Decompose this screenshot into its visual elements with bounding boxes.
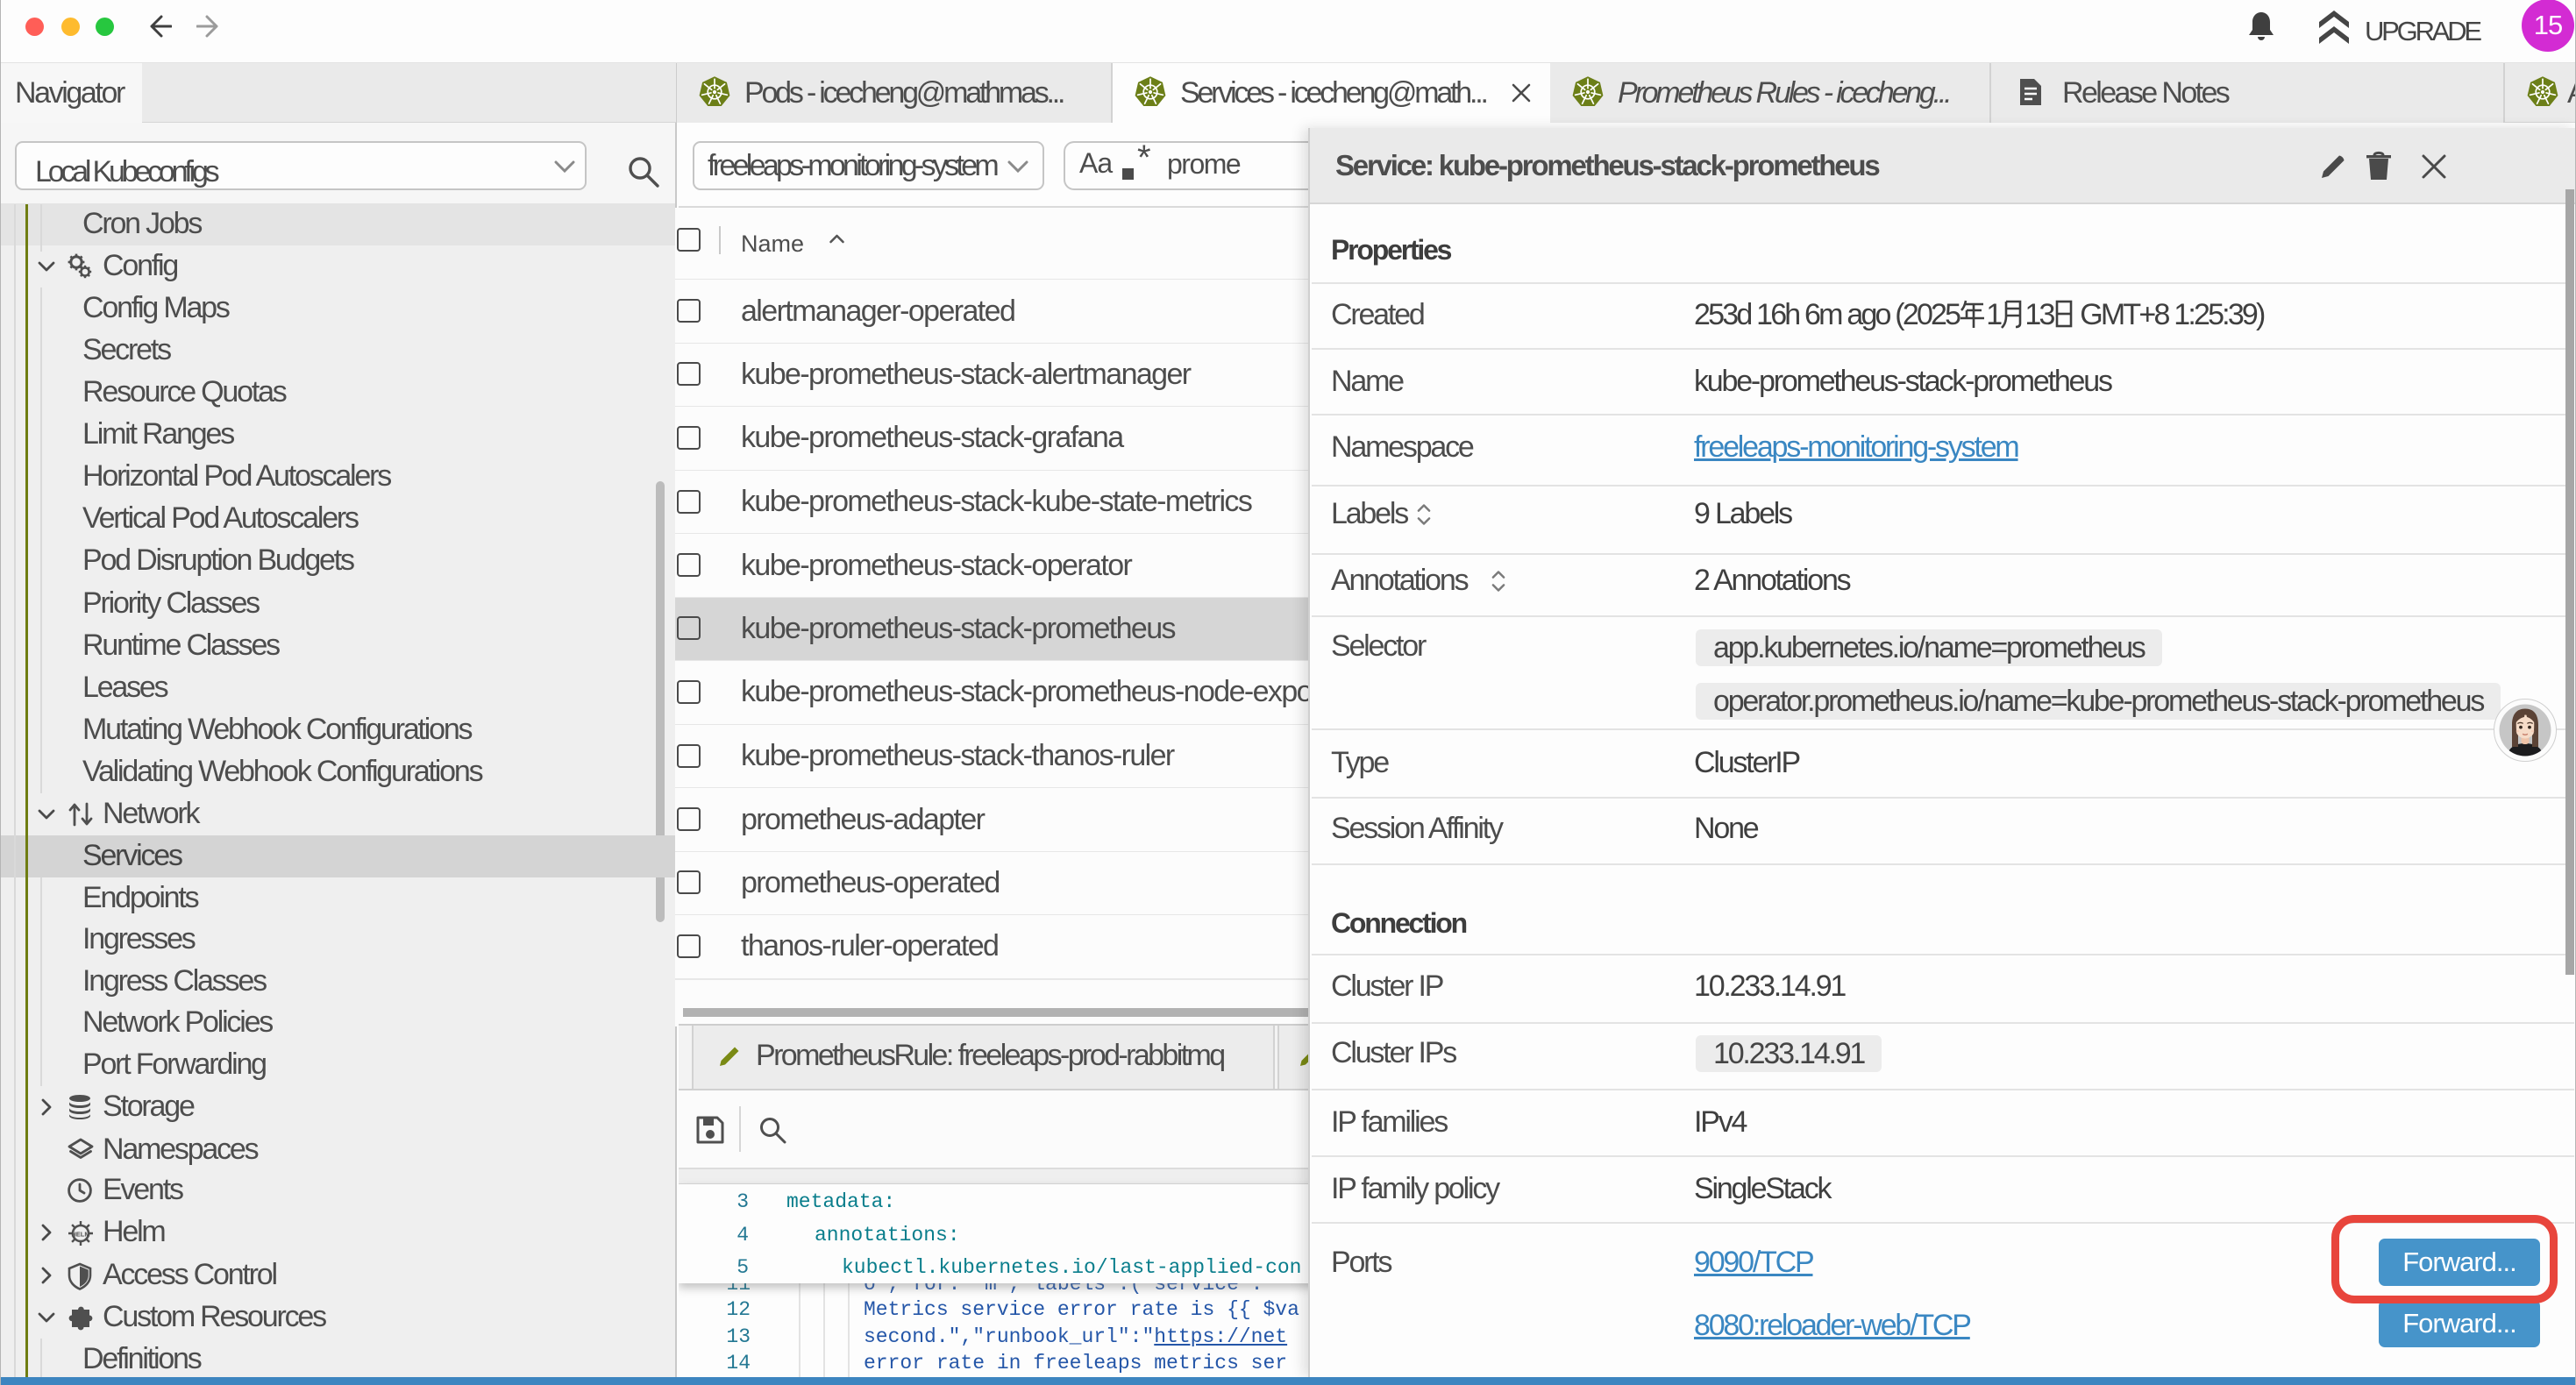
svg-text:HELM: HELM xyxy=(71,1231,89,1239)
